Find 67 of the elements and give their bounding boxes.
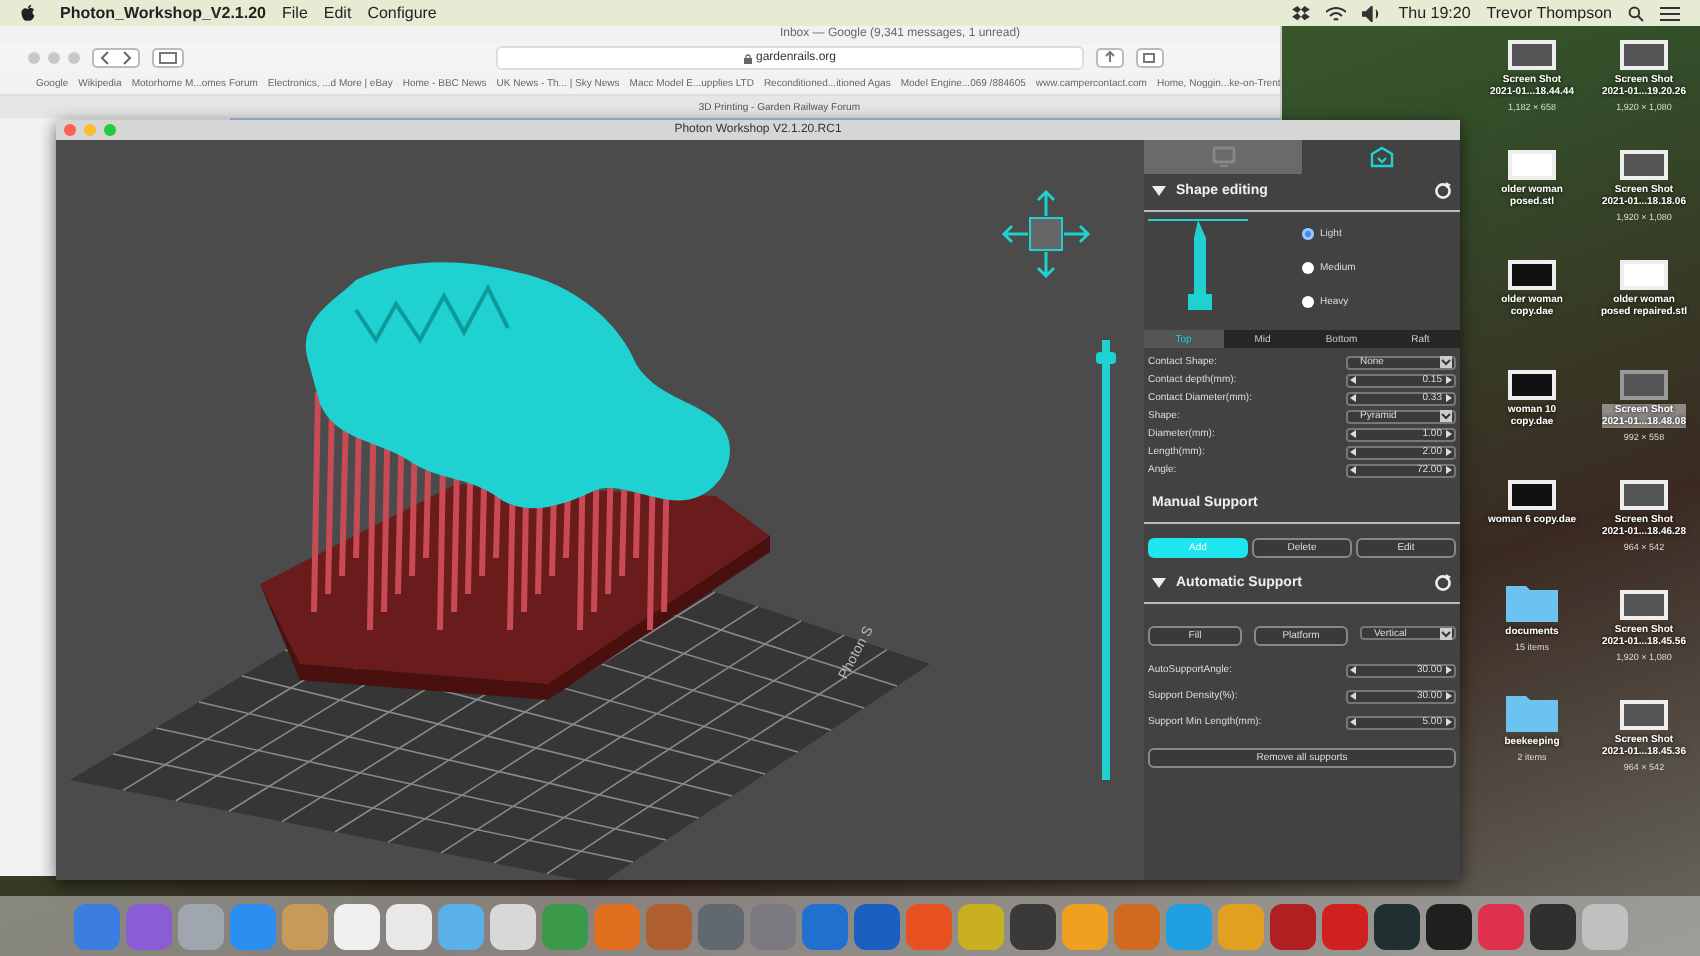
sidebar-icon[interactable] [152,48,184,68]
screenshot-thumbnail [1620,590,1668,620]
refresh-icon[interactable] [1434,573,1452,591]
dock-app-icon[interactable] [1373,903,1419,949]
back-forward-icon[interactable] [92,48,140,68]
decrement-arrow-icon[interactable] [1350,376,1356,384]
lock-icon [743,53,752,63]
dock-app-icon[interactable] [489,903,535,949]
folder-icon [1506,582,1558,622]
model-drawing[interactable] [260,262,770,700]
folder-icon [1506,692,1558,732]
decrement-arrow-icon[interactable] [1350,466,1356,474]
refresh-icon[interactable] [1434,181,1452,199]
increment-arrow-icon[interactable] [1446,448,1452,456]
collapse-triangle-icon[interactable] [1152,577,1166,587]
user-name[interactable]: Trevor Thompson [1486,4,1612,22]
search-icon[interactable] [1628,5,1644,21]
apple-logo-icon[interactable] [20,3,36,23]
model-thumbnail [1508,150,1556,180]
tabs-icon[interactable] [1136,48,1164,68]
decrement-arrow-icon[interactable] [1350,394,1356,402]
layer-slider[interactable] [1102,340,1110,780]
dock-app-icon[interactable] [333,903,379,949]
support-icon [1369,146,1393,168]
decrement-arrow-icon[interactable] [1350,692,1356,700]
figure-thumbnail [1508,260,1556,290]
dropdown-icon [1440,356,1452,368]
volume-icon[interactable] [1362,5,1383,21]
app-menu[interactable]: Photon_Workshop_V2.1.20 [60,4,266,22]
collapse-triangle-icon[interactable] [1152,185,1166,195]
wifi-icon[interactable] [1326,5,1347,21]
decrement-arrow-icon[interactable] [1350,448,1356,456]
screenshot-thumbnail [1620,40,1668,70]
screenshot-thumbnail [1620,370,1668,400]
slider-thumb[interactable] [1096,352,1116,364]
dropdown-icon [1440,627,1452,639]
decrement-arrow-icon[interactable] [1350,430,1356,438]
menu-clock[interactable]: Thu 19:20 [1398,4,1471,22]
dock-app-icon[interactable] [385,903,431,949]
increment-arrow-icon[interactable] [1446,394,1452,402]
menu-item[interactable]: File [282,4,308,22]
increment-arrow-icon[interactable] [1446,466,1452,474]
decrement-arrow-icon[interactable] [1350,666,1356,674]
increment-arrow-icon[interactable] [1446,666,1452,674]
increment-arrow-icon[interactable] [1446,430,1452,438]
dock-app-icon[interactable] [1425,903,1471,949]
increment-arrow-icon[interactable] [1446,718,1452,726]
share-icon[interactable] [1096,48,1124,68]
increment-arrow-icon[interactable] [1446,692,1452,700]
decrement-arrow-icon[interactable] [1350,718,1356,726]
menu-item[interactable]: Edit [323,4,352,22]
screenshot-thumbnail [1620,700,1668,730]
screenshot-thumbnail [1620,150,1668,180]
menu-item[interactable]: Configure [367,4,437,22]
increment-arrow-icon[interactable] [1446,376,1452,384]
dock-app-icon[interactable] [1009,903,1055,949]
dropbox-icon[interactable] [1292,5,1311,21]
dropdown-icon [1440,410,1452,422]
dock-app-icon[interactable] [1529,903,1575,949]
figure-thumbnail [1508,370,1556,400]
monitor-icon [1211,146,1235,168]
screenshot-thumbnail [1508,40,1556,70]
list-icon[interactable] [1660,5,1680,21]
screenshot-thumbnail [1620,480,1668,510]
figure-thumbnail [1508,480,1556,510]
view-navigation-icon[interactable] [1000,188,1092,280]
model-thumbnail [1620,260,1668,290]
